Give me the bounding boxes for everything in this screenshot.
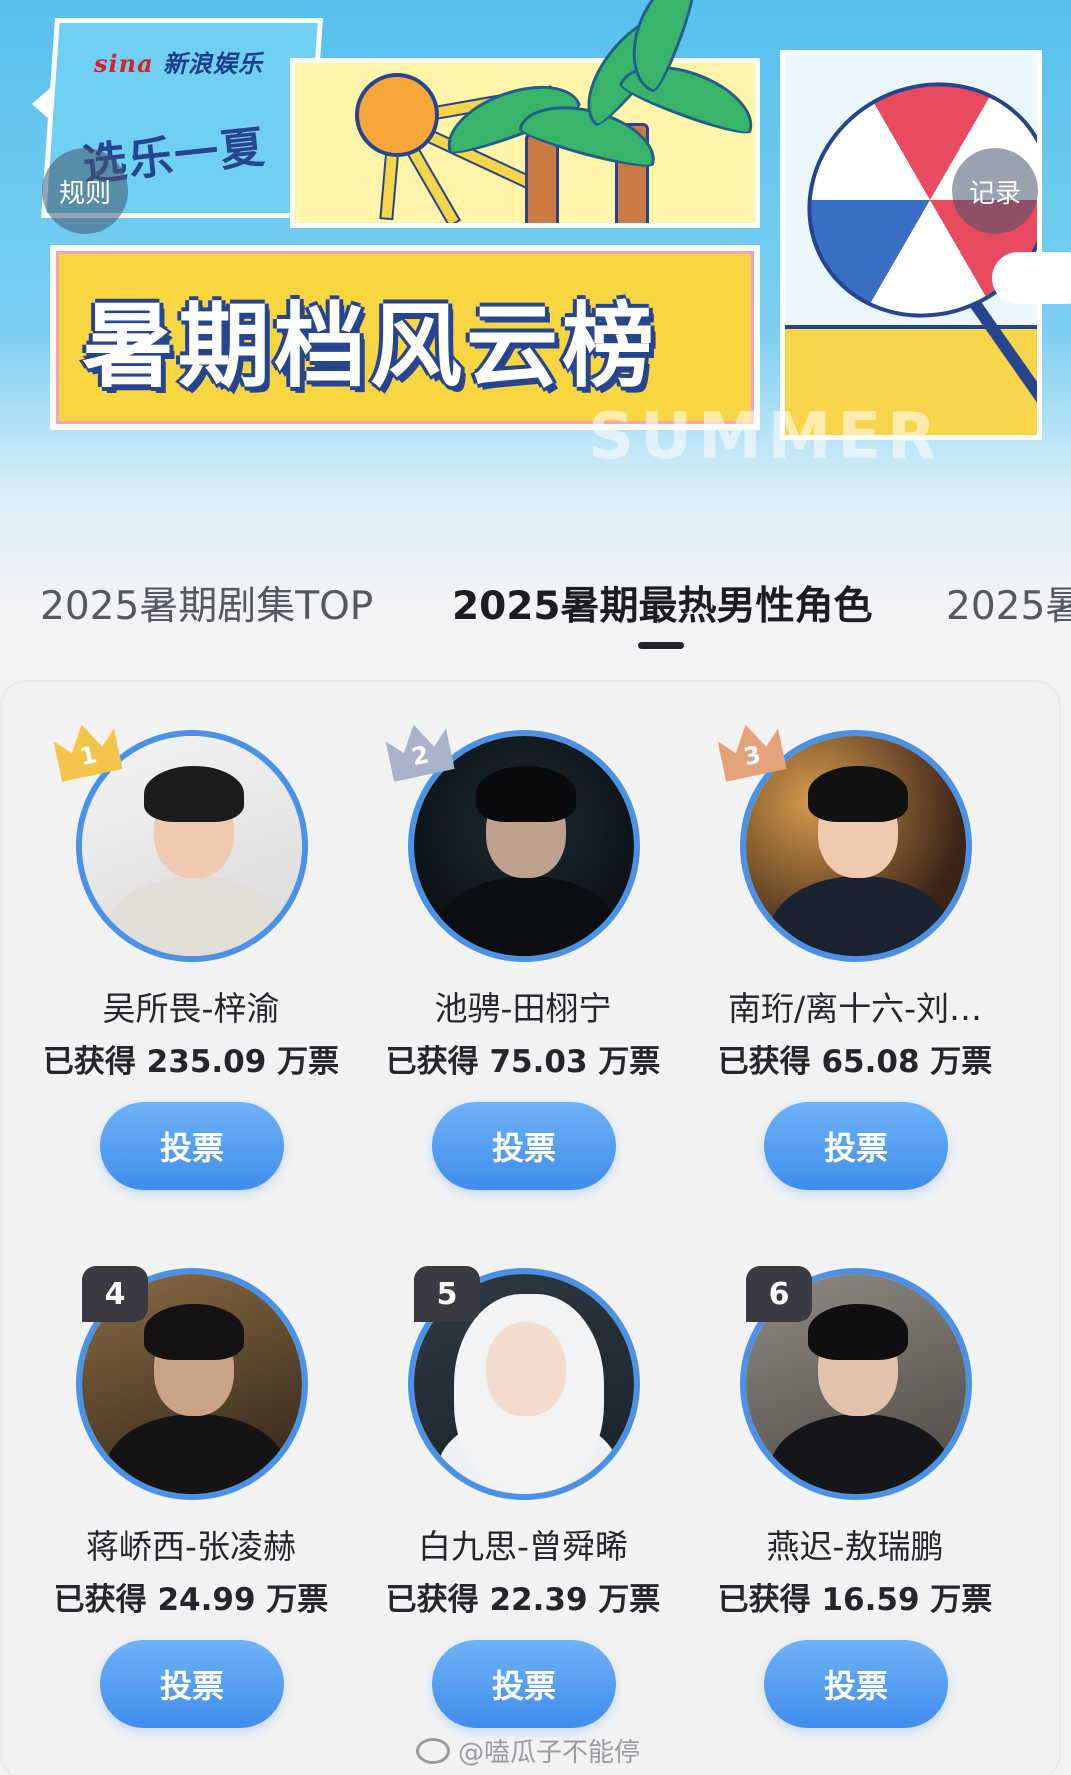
tab-third[interactable]: 2025暑: [946, 575, 1071, 631]
candidate-name: 蒋峤西-张凌赫: [86, 1527, 296, 1566]
rank-badge: 4: [82, 1266, 148, 1322]
category-tabs: 2025暑期剧集TOP 2025暑期最热男性角色 2025暑: [0, 575, 1071, 655]
ranking-panel: 1 吴所畏-梓渝 已获得 235.09 万票 投票 2 池骋-田栩宁 已获得 7…: [0, 680, 1061, 1775]
vote-button[interactable]: 投票: [432, 1102, 616, 1190]
vote-button[interactable]: 投票: [432, 1640, 616, 1728]
candidate-name: 白九思-曾舜晞: [418, 1527, 628, 1566]
weibo-watermark: @嗑瓜子不能停: [416, 1732, 640, 1769]
brand-name: 新浪娱乐: [163, 49, 263, 78]
vote-count: 已获得 65.08 万票: [717, 1044, 993, 1080]
vote-count: 已获得 22.39 万票: [385, 1582, 661, 1618]
rank-badge: 5: [414, 1266, 480, 1322]
vote-button[interactable]: 投票: [100, 1640, 284, 1728]
page-title: 暑期档风云榜: [82, 293, 659, 400]
brand-logo: sina 新浪娱乐: [94, 44, 263, 79]
candidate-card: 1 吴所畏-梓渝 已获得 235.09 万票 投票: [26, 702, 356, 1202]
candidate-name: 燕迟-敖瑞鹏: [766, 1527, 944, 1566]
watermark-text: @嗑瓜子不能停: [458, 1738, 641, 1768]
candidate-card: 6 燕迟-敖瑞鹏 已获得 16.59 万票 投票: [690, 1240, 1020, 1740]
tab-drama-top[interactable]: 2025暑期剧集TOP: [40, 575, 373, 631]
vote-count: 已获得 235.09 万票: [42, 1044, 340, 1080]
record-button[interactable]: 记录: [952, 148, 1038, 234]
vote-count: 已获得 24.99 万票: [53, 1582, 329, 1618]
vote-button[interactable]: 投票: [764, 1102, 948, 1190]
candidate-name: 池骋-田栩宁: [434, 989, 612, 1028]
vote-button[interactable]: 投票: [100, 1102, 284, 1190]
candidate-card: 3 南珩/离十六-刘… 已获得 65.08 万票 投票: [690, 702, 1020, 1202]
weibo-icon: [416, 1737, 450, 1764]
vote-button[interactable]: 投票: [764, 1640, 948, 1728]
vote-count: 已获得 75.03 万票: [385, 1044, 661, 1080]
candidate-name: 吴所畏-梓渝: [102, 989, 280, 1028]
banner: sina 新浪娱乐 选乐一夏 暑期档风云榜 SUMMER 规则 记录 ··: [0, 0, 1071, 600]
tab-hottest-male-role[interactable]: 2025暑期最热男性角色: [452, 575, 873, 631]
candidate-card: 2 池骋-田栩宁 已获得 75.03 万票 投票: [358, 702, 688, 1202]
rank-badge: 6: [746, 1266, 812, 1322]
sun-icon: [355, 73, 439, 157]
rules-button[interactable]: 规则: [42, 148, 128, 234]
candidate-card: 5 白九思-曾舜晞 已获得 22.39 万票 投票: [358, 1240, 688, 1740]
sina-logo: sina: [94, 49, 154, 78]
active-tab-indicator: [638, 642, 684, 649]
vote-count: 已获得 16.59 万票: [717, 1582, 993, 1618]
side-float-tab[interactable]: [992, 252, 1071, 304]
candidate-card: 4 蒋峤西-张凌赫 已获得 24.99 万票 投票: [26, 1240, 356, 1740]
more-dots-icon[interactable]: ··: [992, 98, 1013, 128]
summer-watermark: SUMMER: [588, 400, 943, 474]
candidate-name: 南珩/离十六-刘…: [727, 989, 983, 1028]
